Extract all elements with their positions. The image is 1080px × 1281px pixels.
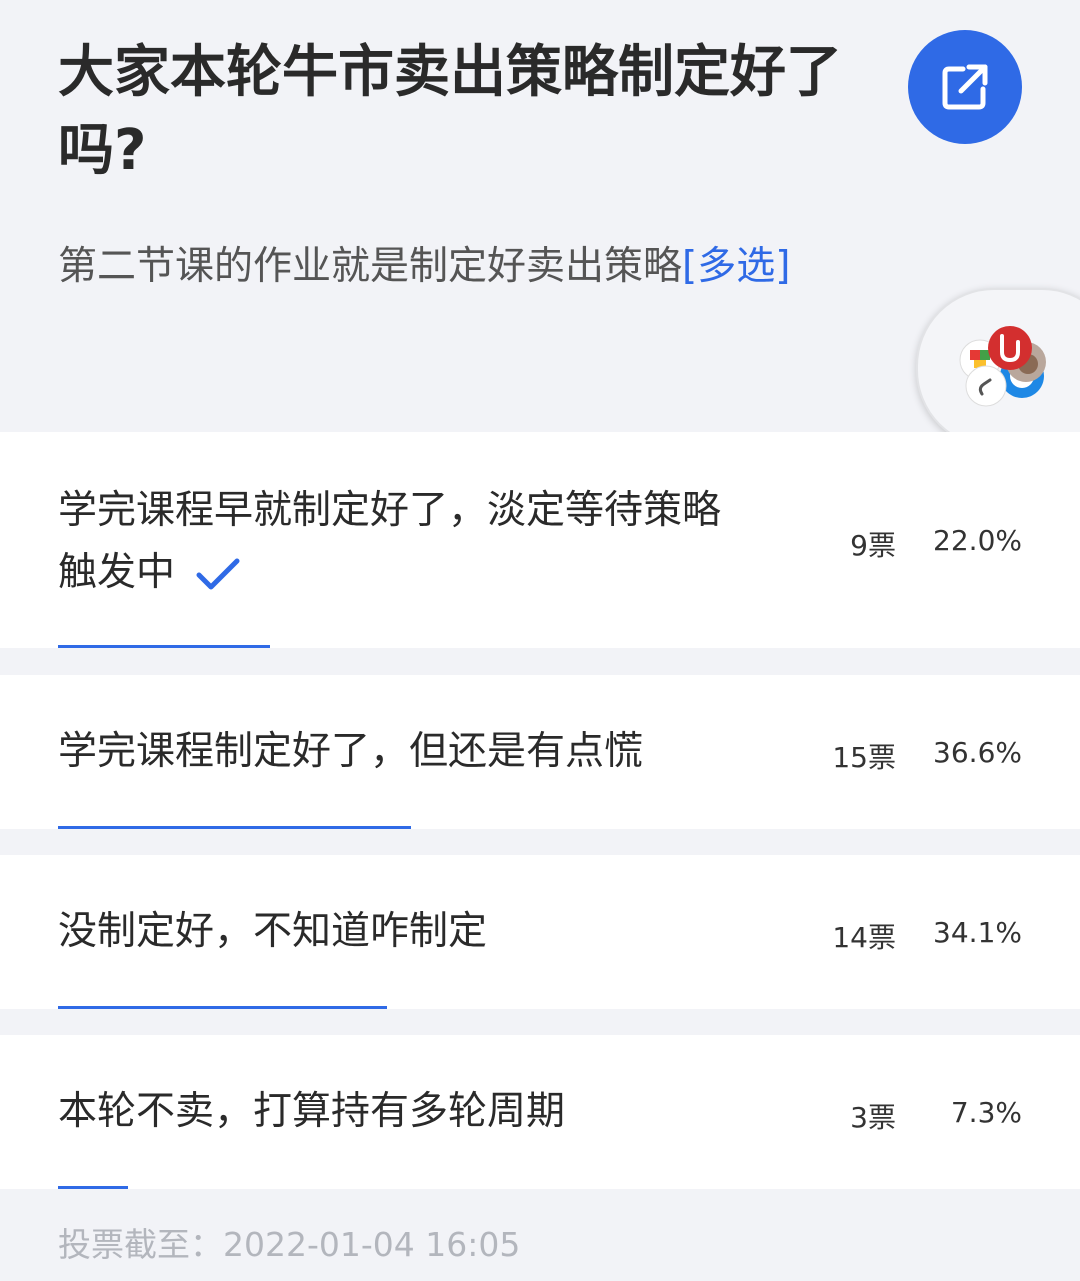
vote-bar: [58, 826, 411, 829]
floating-apps-icon: [959, 326, 1046, 407]
vote-bar: [58, 645, 270, 648]
vote-count: 9票: [850, 529, 896, 562]
vote-percent: 22.0%: [933, 524, 1022, 557]
vote-percent: 36.6%: [933, 736, 1022, 769]
option-label: 本轮不卖，打算持有多轮周期: [58, 1089, 566, 1134]
vote-bar: [58, 1006, 387, 1009]
poll-option-3[interactable]: 没制定好，不知道咋制定 14票 34.1%: [0, 855, 1080, 1009]
checkmark-icon: [196, 558, 240, 589]
vote-deadline: 投票截至：2022-01-04 16:05: [58, 1225, 521, 1264]
option-label: 学完课程制定好了，但还是有点慌: [58, 729, 644, 774]
poll-option-1[interactable]: 学完课程早就制定好了，淡定等待策略触发中 9票 22.0%: [0, 432, 1080, 648]
vote-percent: 7.3%: [950, 1096, 1022, 1129]
option-label: 没制定好，不知道咋制定: [58, 909, 488, 954]
floating-app-bubble[interactable]: [916, 288, 1080, 448]
option-label: 学完课程早就制定好了，淡定等待策略触发中: [58, 480, 758, 604]
multi-select-tag: [多选]: [682, 244, 791, 289]
poll-option-4[interactable]: 本轮不卖，打算持有多轮周期 3票 7.3%: [0, 1035, 1080, 1189]
poll-subtitle-text: 第二节课的作业就是制定好卖出策略: [58, 244, 683, 289]
poll-subtitle: 第二节课的作业就是制定好卖出策略[多选]: [58, 238, 858, 296]
vote-bar: [58, 1186, 128, 1189]
vote-count: 3票: [850, 1101, 896, 1134]
poll-option-2[interactable]: 学完课程制定好了，但还是有点慌 15票 36.6%: [0, 675, 1080, 829]
poll-title: 大家本轮牛市卖出策略制定好了吗?: [58, 40, 842, 183]
vote-percent: 34.1%: [933, 916, 1022, 949]
option-label-text: 学完课程早就制定好了，淡定等待策略触发中: [58, 488, 722, 595]
share-button[interactable]: [908, 30, 1022, 144]
vote-count: 14票: [832, 921, 896, 954]
share-external-icon: [942, 64, 988, 110]
vote-count: 15票: [832, 741, 896, 774]
